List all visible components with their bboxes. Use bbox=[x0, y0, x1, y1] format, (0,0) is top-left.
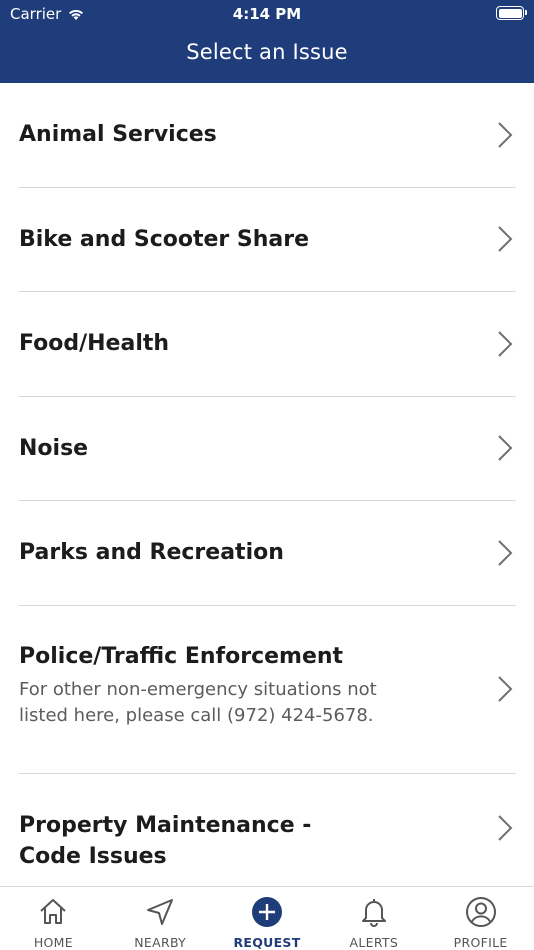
issue-row-bike-scooter[interactable]: Bike and Scooter Share bbox=[19, 188, 516, 292]
tab-alerts[interactable]: ALERTS bbox=[320, 887, 427, 950]
issue-label: Parks and Recreation bbox=[19, 540, 284, 566]
user-circle-icon bbox=[465, 897, 496, 927]
battery-fill bbox=[498, 8, 522, 18]
issue-label: Bike and Scooter Share bbox=[19, 226, 310, 252]
issue-row-food-health[interactable]: Food/Health bbox=[19, 292, 516, 397]
tab-request[interactable]: REQUEST bbox=[214, 887, 321, 950]
tab-label: NEARBY bbox=[134, 935, 187, 950]
tab-label: ALERTS bbox=[349, 935, 399, 950]
issue-row-noise[interactable]: Noise bbox=[19, 397, 516, 501]
tab-home[interactable]: HOME bbox=[0, 887, 107, 950]
tab-label: HOME bbox=[33, 935, 73, 950]
chevron-right-icon bbox=[498, 122, 513, 148]
chevron-right-icon bbox=[498, 676, 513, 702]
battery-icon bbox=[496, 6, 527, 20]
issue-description: For other non-emergency situations not l… bbox=[19, 678, 377, 726]
home-icon bbox=[40, 899, 67, 924]
issue-row-property-maintenance[interactable]: Property Maintenance - Code Issues bbox=[19, 774, 516, 887]
chevron-right-icon bbox=[498, 435, 513, 461]
issue-label: Food/Health bbox=[19, 331, 170, 357]
chevron-right-icon bbox=[498, 331, 513, 357]
issue-row-animal-services[interactable]: Animal Services bbox=[19, 83, 516, 188]
tab-label: REQUEST bbox=[233, 935, 301, 950]
issue-label: Animal Services bbox=[19, 122, 217, 148]
bell-icon bbox=[361, 899, 386, 927]
tab-bar: HOME NEARBY REQUEST ALERTS PROFILE bbox=[0, 886, 534, 950]
tab-label: PROFILE bbox=[453, 935, 508, 950]
navigation-arrow-icon bbox=[147, 899, 174, 925]
tab-nearby[interactable]: NEARBY bbox=[107, 887, 214, 950]
issue-list: Animal Services Bike and Scooter Share F… bbox=[0, 83, 534, 886]
issue-row-parks-recreation[interactable]: Parks and Recreation bbox=[19, 501, 516, 606]
status-bar: Carrier 4:14 PM bbox=[0, 0, 534, 28]
issue-row-police-traffic[interactable]: Police/Traffic Enforcement For other non… bbox=[19, 606, 516, 774]
page-title: Select an Issue bbox=[186, 40, 348, 64]
issue-label: Noise bbox=[19, 435, 89, 461]
issue-label: Police/Traffic Enforcement bbox=[19, 643, 344, 669]
chevron-right-icon bbox=[498, 540, 513, 566]
chevron-right-icon bbox=[498, 226, 513, 252]
tab-profile[interactable]: PROFILE bbox=[427, 887, 534, 950]
issue-label: Property Maintenance - Code Issues bbox=[19, 812, 312, 869]
navigation-bar: Carrier 4:14 PM Select an Issue bbox=[0, 0, 534, 83]
add-circle-icon bbox=[251, 897, 282, 927]
status-time: 4:14 PM bbox=[232, 5, 302, 23]
chevron-right-icon bbox=[498, 814, 513, 841]
